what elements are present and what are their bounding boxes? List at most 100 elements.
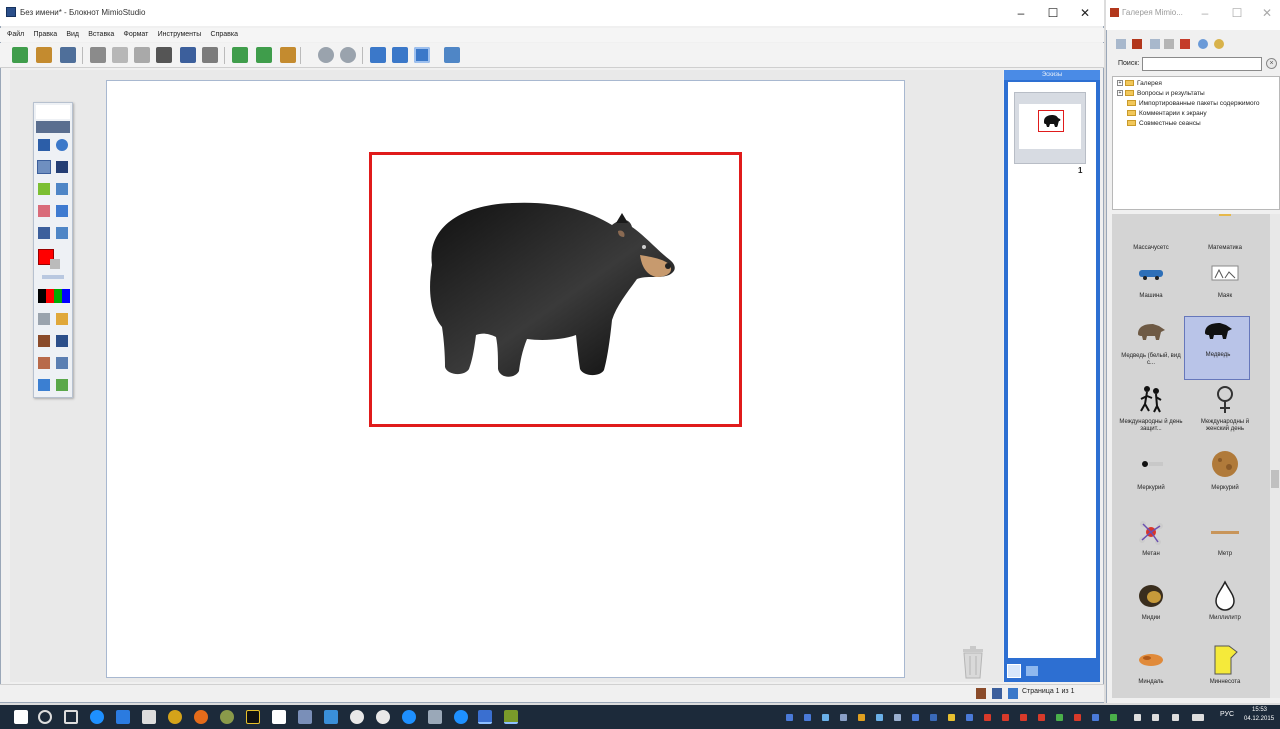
gallery-import-icon[interactable] xyxy=(1132,39,1142,49)
app-icon[interactable] xyxy=(376,710,390,724)
chrome-icon[interactable] xyxy=(168,710,182,724)
explorer-icon[interactable] xyxy=(116,710,130,724)
edge-icon[interactable] xyxy=(90,710,104,724)
app-icon[interactable] xyxy=(350,710,364,724)
paste-icon[interactable] xyxy=(134,47,150,63)
tray-icon[interactable] xyxy=(804,714,811,721)
keyboard-icon[interactable] xyxy=(1192,714,1204,721)
volume-icon[interactable] xyxy=(1152,714,1159,721)
bear-image[interactable] xyxy=(369,152,742,427)
tray-icon[interactable] xyxy=(786,714,793,721)
undo-icon[interactable] xyxy=(180,47,196,63)
tray-icon[interactable] xyxy=(894,714,901,721)
zoom-tool-icon[interactable] xyxy=(56,139,68,151)
tray-icon[interactable] xyxy=(948,714,955,721)
app-icon[interactable] xyxy=(272,710,286,724)
tray-icon[interactable] xyxy=(858,714,865,721)
gallery-item[interactable]: Миллилитр xyxy=(1192,580,1258,644)
shape-icon[interactable] xyxy=(56,183,68,195)
gallery-item[interactable]: Маяк xyxy=(1192,258,1258,322)
next-page-icon[interactable] xyxy=(340,47,356,63)
gallery-search-input[interactable] xyxy=(1142,57,1262,71)
tray-icon[interactable] xyxy=(876,714,883,721)
delete-icon[interactable] xyxy=(156,47,172,63)
screen-icon[interactable] xyxy=(56,357,68,369)
palette-header[interactable] xyxy=(36,105,70,119)
screen-annotation-icon[interactable] xyxy=(38,335,50,347)
fill-icon[interactable] xyxy=(56,227,68,239)
gallery-copy-icon[interactable] xyxy=(1150,39,1160,49)
tree-item-questions[interactable]: + Вопросы и результаты xyxy=(1117,90,1205,97)
maximize-button[interactable]: ☐ xyxy=(1038,2,1068,24)
tray-icon[interactable] xyxy=(1092,714,1099,721)
transparency-icon[interactable] xyxy=(56,313,68,325)
image-tool-icon[interactable] xyxy=(56,205,68,217)
search-icon[interactable] xyxy=(38,710,52,724)
menu-edit[interactable]: Правка xyxy=(33,28,57,42)
search-clear-icon[interactable]: × xyxy=(1266,58,1277,69)
app-tools-icon[interactable] xyxy=(38,379,50,391)
objects-tab-icon[interactable] xyxy=(1026,666,1038,676)
firefox-icon[interactable] xyxy=(194,710,208,724)
display-icon[interactable] xyxy=(444,47,460,63)
pen-icon[interactable] xyxy=(38,161,50,173)
new-icon[interactable] xyxy=(12,47,28,63)
tray-icon[interactable] xyxy=(930,714,937,721)
exit-tools-icon[interactable] xyxy=(56,379,68,391)
text-icon[interactable] xyxy=(56,161,68,173)
gallery-item[interactable]: Международны й женский день xyxy=(1192,384,1258,448)
gallery-delete-icon[interactable] xyxy=(1180,39,1190,49)
gallery-minimize-button[interactable]: – xyxy=(1194,2,1216,24)
tray-icon[interactable] xyxy=(1110,714,1117,721)
gallery-item[interactable]: Меркурий xyxy=(1118,450,1184,514)
app-icon[interactable] xyxy=(428,710,442,724)
recorder-icon[interactable] xyxy=(38,357,50,369)
gallery-item[interactable]: Миннесота xyxy=(1192,644,1258,698)
start-icon[interactable] xyxy=(14,710,28,724)
mimio-notebook-icon[interactable] xyxy=(478,710,492,724)
tray-icon[interactable] xyxy=(1002,714,1009,721)
menu-tools[interactable]: Инструменты xyxy=(158,28,202,42)
fill-swatch-icon[interactable] xyxy=(50,259,60,269)
message-icon[interactable] xyxy=(1172,714,1179,721)
color-palette[interactable] xyxy=(38,289,70,303)
clock-time[interactable]: 15:53 xyxy=(1252,707,1267,713)
gallery-item[interactable]: Миндаль xyxy=(1118,644,1184,698)
zoom-fit-icon[interactable] xyxy=(414,47,430,63)
tray-icon[interactable] xyxy=(840,714,847,721)
gallery-item[interactable]: Машина xyxy=(1118,258,1184,322)
highlighter-icon[interactable] xyxy=(38,183,50,195)
tray-icon[interactable] xyxy=(1020,714,1027,721)
gallery-item-selected[interactable]: Медведь xyxy=(1184,316,1250,380)
app-icon[interactable] xyxy=(324,710,338,724)
select-icon[interactable] xyxy=(38,139,50,151)
minimize-button[interactable]: – xyxy=(1006,2,1036,24)
tray-icon[interactable] xyxy=(966,714,973,721)
gallery-icon[interactable] xyxy=(280,47,296,63)
notification-chevron-icon[interactable] xyxy=(1134,714,1141,721)
gallery-item[interactable]: Меркурий xyxy=(1192,450,1258,514)
gallery-scroll-thumb[interactable] xyxy=(1271,470,1279,488)
app-icon[interactable] xyxy=(220,710,234,724)
tray-icon[interactable] xyxy=(1056,714,1063,721)
tree-item-imported[interactable]: Импортированные пакеты содержимого xyxy=(1127,100,1259,107)
tree-item-sessions[interactable]: Совместные сеансы xyxy=(1127,120,1201,127)
close-button[interactable]: ✕ xyxy=(1070,2,1100,24)
cut-icon[interactable] xyxy=(90,47,106,63)
app-icon[interactable] xyxy=(298,710,312,724)
language-indicator[interactable]: РУС xyxy=(1220,711,1234,718)
tray-icon[interactable] xyxy=(1038,714,1045,721)
tray-icon[interactable] xyxy=(912,714,919,721)
menu-file[interactable]: Файл xyxy=(7,28,24,42)
close-palette-icon[interactable] xyxy=(56,335,68,347)
tree-item-gallery[interactable]: + Галерея xyxy=(1117,80,1162,87)
gallery-item[interactable]: Метан xyxy=(1118,516,1184,580)
open-icon[interactable] xyxy=(36,47,52,63)
gallery-settings-icon[interactable] xyxy=(1214,39,1224,49)
lines-icon[interactable] xyxy=(38,313,50,325)
gallery-item[interactable]: Международны й день защит... xyxy=(1118,384,1184,448)
tray-icon[interactable] xyxy=(984,714,991,721)
store-icon[interactable] xyxy=(142,710,156,724)
menu-format[interactable]: Формат xyxy=(124,28,149,42)
previous-page-icon[interactable] xyxy=(318,47,334,63)
